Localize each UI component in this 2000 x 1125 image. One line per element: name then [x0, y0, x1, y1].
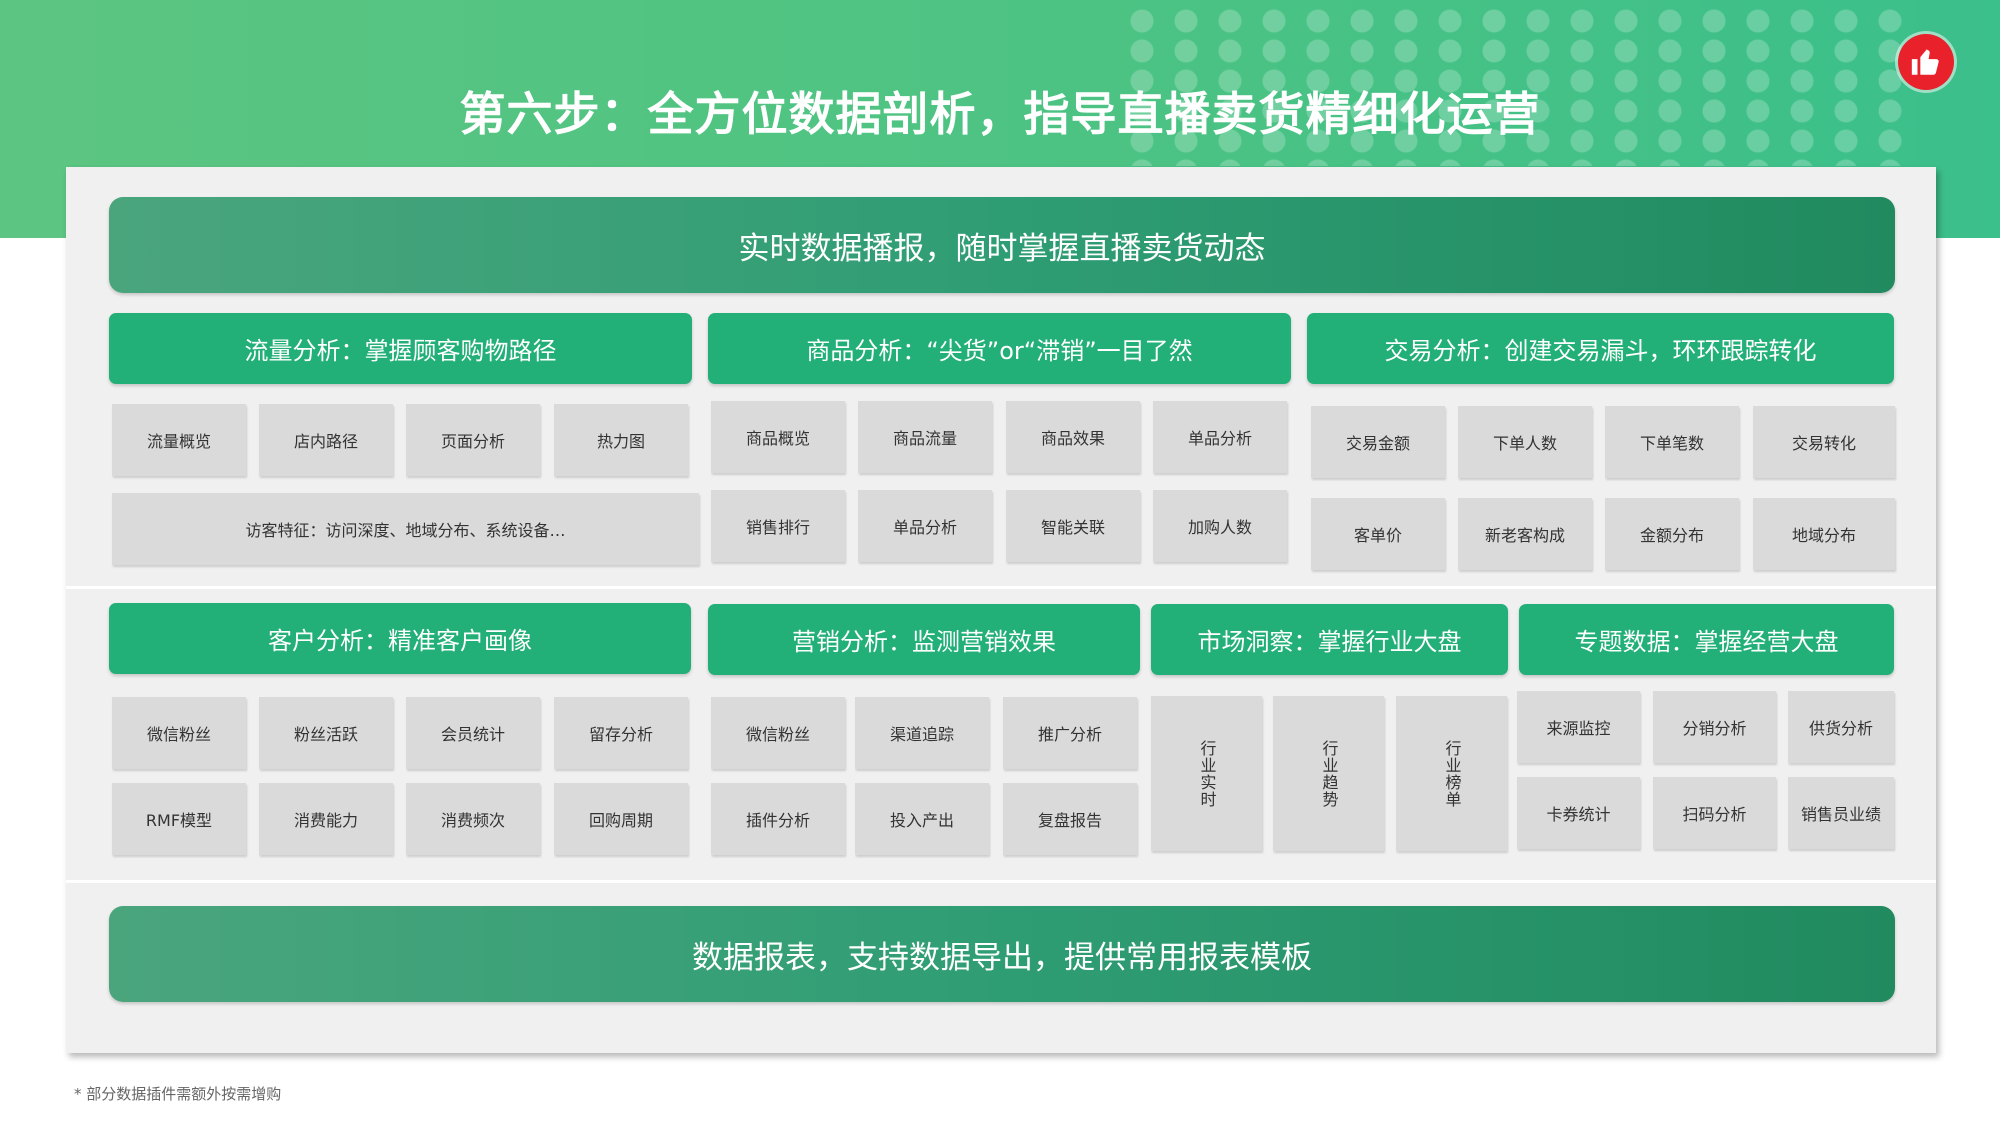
market-item-label: 行业趋势	[1319, 739, 1339, 808]
marketing-item[interactable]: 微信粉丝	[711, 697, 845, 769]
market-item[interactable]: 行业实时	[1151, 696, 1262, 851]
market-insight-header[interactable]: 市场洞察：掌握行业大盘	[1151, 604, 1508, 675]
customer-item[interactable]: 消费能力	[259, 783, 393, 855]
trade-item[interactable]: 新老客构成	[1458, 498, 1592, 570]
product-item[interactable]: 商品概览	[711, 401, 845, 473]
product-item[interactable]: 加购人数	[1153, 490, 1287, 562]
thumbs-up-icon	[1898, 34, 1954, 90]
marketing-item[interactable]: 插件分析	[711, 783, 845, 855]
special-item[interactable]: 供货分析	[1788, 691, 1894, 763]
trade-item[interactable]: 地域分布	[1753, 498, 1895, 570]
traffic-item[interactable]: 页面分析	[406, 404, 540, 476]
marketing-analysis-header[interactable]: 营销分析：监测营销效果	[708, 604, 1140, 675]
traffic-item[interactable]: 店内路径	[259, 404, 393, 476]
traffic-item[interactable]: 热力图	[554, 404, 688, 476]
market-item-label: 行业榜单	[1442, 739, 1462, 808]
special-item[interactable]: 卡券统计	[1517, 777, 1640, 849]
customer-item[interactable]: 留存分析	[554, 697, 688, 769]
customer-analysis-header[interactable]: 客户分析：精准客户画像	[109, 603, 691, 674]
traffic-item[interactable]: 流量概览	[112, 404, 246, 476]
trade-item[interactable]: 金额分布	[1605, 498, 1739, 570]
customer-item[interactable]: 回购周期	[554, 783, 688, 855]
product-item[interactable]: 智能关联	[1006, 490, 1140, 562]
trade-item[interactable]: 客单价	[1311, 498, 1445, 570]
divider	[66, 880, 1936, 883]
trade-item[interactable]: 交易金额	[1311, 406, 1445, 478]
customer-item[interactable]: RMF模型	[112, 783, 246, 855]
traffic-analysis-header[interactable]: 流量分析：掌握顾客购物路径	[109, 313, 692, 384]
visitor-features-item[interactable]: 访客特征：访问深度、地域分布、系统设备…	[112, 493, 699, 565]
product-item[interactable]: 销售排行	[711, 490, 845, 562]
customer-item[interactable]: 粉丝活跃	[259, 697, 393, 769]
product-item[interactable]: 商品效果	[1006, 401, 1140, 473]
marketing-item[interactable]: 推广分析	[1003, 697, 1137, 769]
product-item[interactable]: 单品分析	[858, 490, 992, 562]
trade-item[interactable]: 下单笔数	[1605, 406, 1739, 478]
special-item[interactable]: 销售员业绩	[1788, 777, 1894, 849]
special-data-header[interactable]: 专题数据：掌握经营大盘	[1519, 604, 1894, 675]
product-item[interactable]: 商品流量	[858, 401, 992, 473]
market-item[interactable]: 行业趋势	[1273, 696, 1384, 851]
marketing-item[interactable]: 复盘报告	[1003, 783, 1137, 855]
trade-item[interactable]: 下单人数	[1458, 406, 1592, 478]
marketing-item[interactable]: 渠道追踪	[855, 697, 989, 769]
market-item-label: 行业实时	[1197, 739, 1217, 808]
footnote: * 部分数据插件需额外按需增购	[74, 1085, 282, 1103]
customer-item[interactable]: 微信粉丝	[112, 697, 246, 769]
special-item[interactable]: 来源监控	[1517, 691, 1640, 763]
product-item[interactable]: 单品分析	[1153, 401, 1287, 473]
product-analysis-header[interactable]: 商品分析：“尖货”or“滞销”一目了然	[708, 313, 1291, 384]
realtime-report-bar: 实时数据播报，随时掌握直播卖货动态	[109, 197, 1895, 293]
trade-analysis-header[interactable]: 交易分析：创建交易漏斗，环环跟踪转化	[1307, 313, 1894, 384]
marketing-item[interactable]: 投入产出	[855, 783, 989, 855]
divider	[66, 586, 1936, 589]
page-title: 第六步：全方位数据剖析，指导直播卖货精细化运营	[459, 87, 1541, 141]
special-item[interactable]: 扫码分析	[1653, 777, 1776, 849]
trade-item[interactable]: 交易转化	[1753, 406, 1895, 478]
customer-item[interactable]: 消费频次	[406, 783, 540, 855]
data-report-bar: 数据报表，支持数据导出，提供常用报表模板	[109, 906, 1895, 1002]
special-item[interactable]: 分销分析	[1653, 691, 1776, 763]
market-item[interactable]: 行业榜单	[1396, 696, 1507, 851]
customer-item[interactable]: 会员统计	[406, 697, 540, 769]
